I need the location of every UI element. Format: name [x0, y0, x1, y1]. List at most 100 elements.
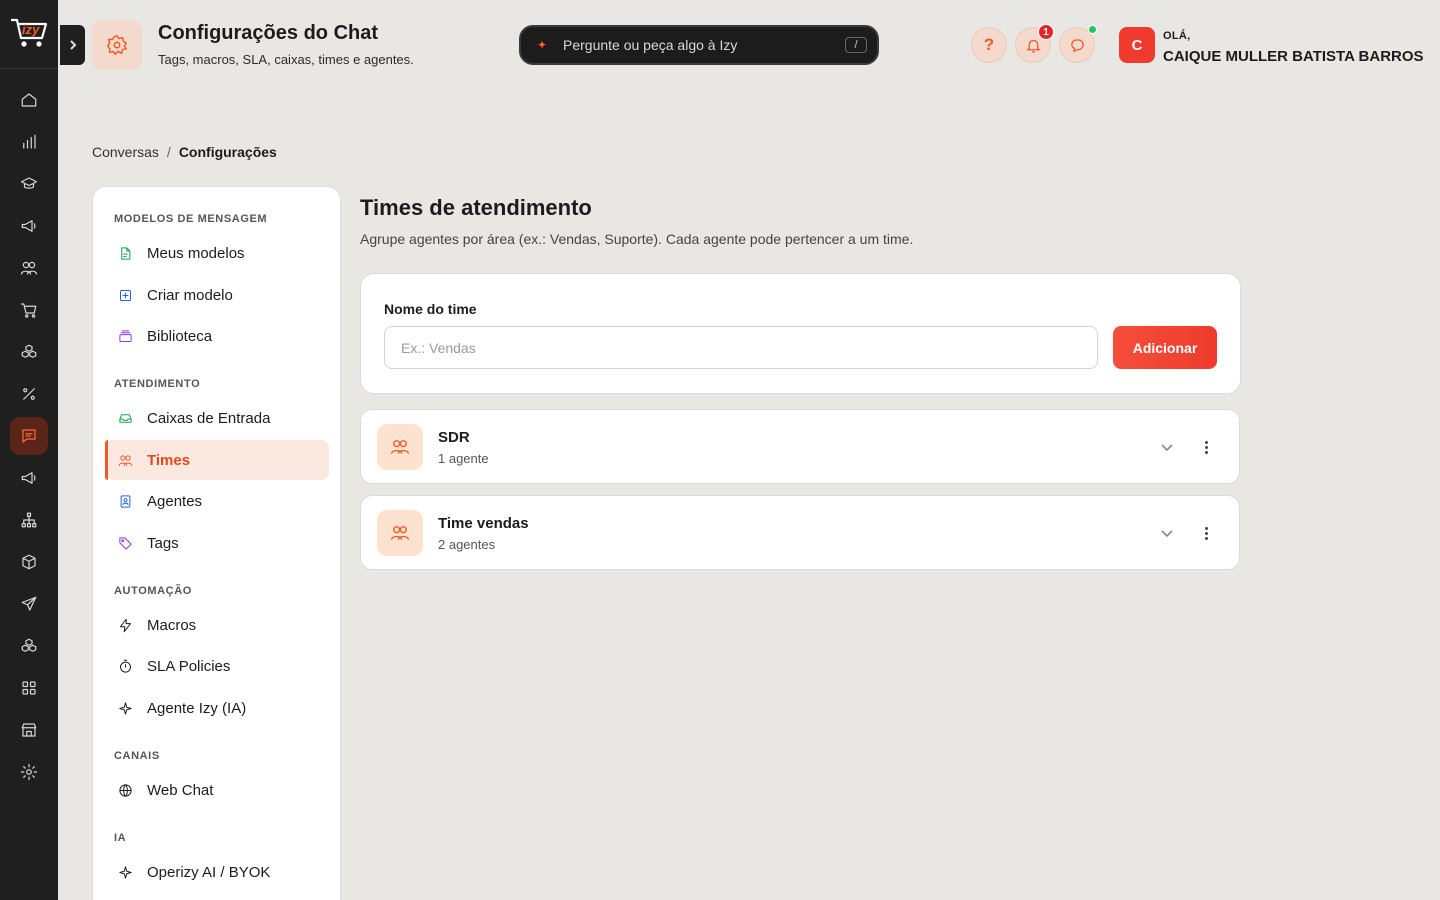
section-title: Times de atendimento	[360, 195, 592, 220]
svg-text:izy: izy	[22, 22, 40, 37]
chevron-down-icon	[1161, 444, 1173, 452]
notification-count-badge: 1	[1038, 24, 1054, 40]
rail-chat-icon[interactable]	[10, 417, 48, 455]
breadcrumb-conversas-link[interactable]: Conversas	[92, 144, 159, 160]
nav-item-my-models[interactable]: Meus modelos	[105, 233, 329, 273]
rail-home-icon[interactable]	[10, 81, 48, 119]
izy-logo[interactable]: izy	[8, 12, 52, 52]
app-rail: izy	[0, 0, 58, 900]
team-name-input[interactable]	[384, 326, 1098, 369]
breadcrumb-separator: /	[166, 144, 171, 160]
nav-item-teams[interactable]: Times	[105, 440, 329, 480]
rail-store-icon[interactable]	[10, 711, 48, 749]
user-avatar[interactable]: C	[1119, 27, 1155, 63]
nav-section-channels: CANAIS	[114, 750, 160, 762]
help-button[interactable]: ?	[971, 27, 1007, 63]
page-subtitle: Tags, macros, SLA, caixas, times e agent…	[158, 52, 414, 67]
rail-hierarchy-icon[interactable]	[10, 501, 48, 539]
nav-item-create-model[interactable]: Criar modelo	[105, 275, 329, 315]
dot	[1204, 450, 1208, 454]
inbox-icon	[119, 413, 132, 423]
document-icon	[121, 246, 131, 260]
expand-team-button[interactable]	[1159, 439, 1175, 455]
bell-icon	[1025, 39, 1041, 53]
team-users-icon	[377, 424, 423, 470]
nav-item-inboxes[interactable]: Caixas de Entrada	[105, 398, 329, 438]
nav-section-ai: IA	[114, 832, 127, 844]
rail-megaphone-icon[interactable]	[10, 207, 48, 245]
nav-item-agents[interactable]: Agentes	[105, 481, 329, 521]
online-status-dot	[1088, 25, 1097, 34]
users-icon	[118, 454, 133, 466]
dot	[1204, 440, 1208, 444]
rail-grid-icon[interactable]	[10, 669, 48, 707]
rail-graduation-icon[interactable]	[10, 165, 48, 203]
team-users-icon	[377, 510, 423, 556]
rail-divider	[0, 68, 58, 69]
id-badge-icon	[120, 494, 131, 508]
library-icon	[119, 329, 132, 342]
tag-icon	[119, 536, 132, 550]
team-name: Time vendas	[438, 515, 529, 532]
expand-team-button[interactable]	[1159, 525, 1175, 541]
nav-section-models: MODELOS DE MENSAGEM	[114, 213, 268, 225]
greeting-label: OLÁ,	[1163, 30, 1191, 42]
dot	[1204, 526, 1208, 530]
team-row[interactable]: Time vendas 2 agentes	[360, 495, 1240, 570]
shortcut-key-badge: /	[845, 37, 867, 53]
user-name[interactable]: CAIQUE MULLER BATISTA BARROS	[1163, 48, 1424, 65]
breadcrumb-current: Configurações	[178, 144, 277, 160]
nav-item-web-chat[interactable]: Web Chat	[105, 770, 329, 810]
team-more-options-button[interactable]	[1199, 523, 1213, 543]
sparkle-icon: ✦	[537, 38, 548, 52]
team-row[interactable]: SDR 1 agente	[360, 409, 1240, 484]
settings-nav: MODELOS DE MENSAGEM Meus modelos Criar m…	[92, 186, 341, 900]
add-team-button[interactable]: Adicionar	[1113, 326, 1217, 369]
rail-percent-icon[interactable]	[10, 375, 48, 413]
messages-button[interactable]	[1059, 25, 1097, 63]
nav-item-sla[interactable]: SLA Policies	[105, 646, 329, 686]
rail-send-icon[interactable]	[10, 585, 48, 623]
rail-cart-icon[interactable]	[10, 291, 48, 329]
rail-expand-button[interactable]	[60, 25, 85, 65]
sparkles-icon	[119, 701, 132, 715]
lightning-icon	[120, 618, 131, 632]
chevron-down-icon	[1161, 530, 1173, 538]
chat-bubble-icon	[1070, 38, 1084, 52]
dot	[1204, 531, 1208, 535]
rail-package-icon[interactable]	[10, 543, 48, 581]
sparkles-icon	[119, 865, 132, 879]
team-agent-count: 2 agentes	[438, 537, 496, 552]
dot	[1204, 445, 1208, 449]
nav-item-tags[interactable]: Tags	[105, 523, 329, 563]
rail-chart-icon[interactable]	[10, 123, 48, 161]
section-subtitle: Agrupe agentes por área (ex.: Vendas, Su…	[360, 231, 914, 247]
nav-section-service: ATENDIMENTO	[114, 378, 201, 390]
ask-izy-bar[interactable]: ✦ Pergunte ou peça algo à Izy /	[519, 25, 879, 65]
globe-icon	[119, 783, 132, 797]
rail-campaign-icon[interactable]	[10, 459, 48, 497]
rail-settings-icon[interactable]	[10, 753, 48, 791]
page-title: Configurações do Chat	[158, 22, 379, 44]
breadcrumb: Conversas / Configurações	[92, 144, 277, 160]
nav-item-izy-agent[interactable]: Agente Izy (IA)	[105, 688, 329, 728]
page-gear-icon	[92, 20, 142, 70]
new-team-form: Nome do time Adicionar	[360, 273, 1241, 394]
ask-izy-placeholder: Pergunte ou peça algo à Izy	[563, 37, 738, 53]
nav-section-automation: AUTOMAÇÃO	[114, 585, 192, 597]
rail-modules-icon[interactable]	[10, 627, 48, 665]
plus-square-icon	[120, 289, 131, 301]
rail-users-icon[interactable]	[10, 249, 48, 287]
notifications-button[interactable]: 1	[1015, 24, 1054, 63]
timer-icon	[120, 659, 131, 673]
team-name-label: Nome do time	[384, 301, 477, 317]
chevron-right-icon	[69, 40, 76, 50]
help-icon: ?	[983, 35, 995, 54]
nav-item-library[interactable]: Biblioteca	[105, 316, 329, 356]
rail-boxes-icon[interactable]	[10, 333, 48, 371]
nav-item-byok[interactable]: Operizy AI / BYOK	[105, 852, 329, 892]
team-agent-count: 1 agente	[438, 451, 489, 466]
nav-item-macros[interactable]: Macros	[105, 605, 329, 645]
team-more-options-button[interactable]	[1199, 437, 1213, 457]
dot	[1204, 536, 1208, 540]
